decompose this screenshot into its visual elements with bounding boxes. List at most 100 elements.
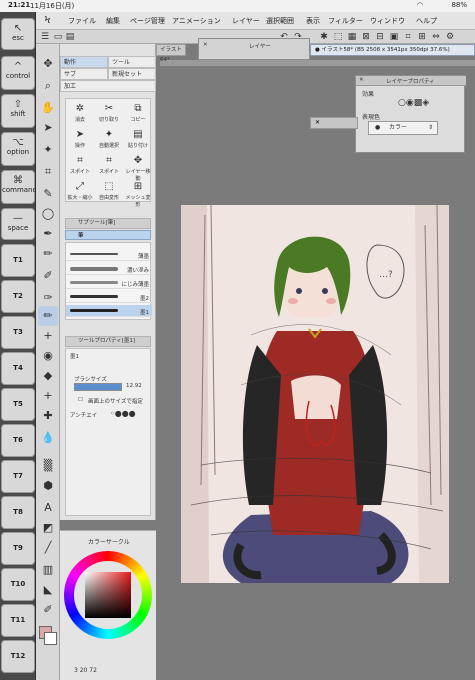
fkey-t4[interactable]: T4: [1, 352, 35, 385]
shift-key[interactable]: ⇧ shift: [1, 94, 35, 128]
close-icon[interactable]: ✕: [203, 42, 208, 48]
fkey-t9[interactable]: T9: [1, 532, 35, 565]
crop-icon[interactable]: ⌗: [402, 31, 414, 43]
fkey-t11[interactable]: T11: [1, 604, 35, 637]
ink-tool-icon[interactable]: ✑: [38, 288, 58, 308]
flip-icon[interactable]: ⇔: [430, 31, 442, 43]
select-icon[interactable]: ▦: [346, 31, 358, 43]
brush-item[interactable]: 墨2: [66, 291, 152, 303]
menu-icon[interactable]: ☰: [39, 31, 51, 43]
blur-tool-icon[interactable]: 💧: [38, 428, 58, 448]
clear-icon[interactable]: ✱: [318, 31, 330, 43]
brush-size-value[interactable]: 12.92: [126, 383, 142, 389]
marker-tool-icon[interactable]: ✐: [38, 266, 58, 286]
lasso-tool-icon[interactable]: ◯: [38, 204, 58, 224]
menu-help[interactable]: ヘルプ: [416, 16, 437, 26]
command-key[interactable]: ⌘ command: [1, 170, 37, 204]
sub-color-swatch[interactable]: [44, 632, 57, 645]
esc-key[interactable]: ↖ esc: [1, 18, 35, 50]
effect-icons[interactable]: ○◉▩◈: [398, 98, 429, 108]
space-key[interactable]: — space: [1, 208, 35, 240]
menu-file[interactable]: ファイル: [68, 16, 96, 26]
menu-filter[interactable]: フィルター: [328, 16, 363, 26]
gear-icon[interactable]: ⚙: [444, 31, 456, 43]
correct-line-tool-icon[interactable]: ✐: [38, 600, 58, 620]
grid-icon[interactable]: ⊞: [416, 31, 428, 43]
zoom-tool-icon[interactable]: ⌕: [38, 76, 58, 96]
sparkle-tool-icon[interactable]: +: [38, 326, 58, 346]
grid-item-scale[interactable]: ⤢ 拡大・縮小: [66, 179, 94, 205]
transform-icon[interactable]: ⬚: [332, 31, 344, 43]
line-tool-icon[interactable]: ╱: [38, 538, 58, 558]
texture-tool-icon[interactable]: ▒: [38, 456, 58, 476]
menu-animation[interactable]: アニメーション: [172, 16, 221, 26]
brush-tool-icon[interactable]: ✏: [38, 306, 58, 326]
display-color-select[interactable]: ● カラー ⇕: [368, 121, 438, 135]
fkey-t12[interactable]: T12: [1, 640, 35, 673]
color-swatches[interactable]: [38, 624, 58, 664]
brush-item[interactable]: 濃い滲み: [66, 263, 152, 275]
pen-tool-icon[interactable]: ✎: [38, 184, 58, 204]
text-tool-icon[interactable]: A: [38, 498, 58, 518]
eraser-tool-icon[interactable]: ◆: [38, 366, 58, 386]
grid-item-layer-move[interactable]: ✥ レイヤー移動: [124, 153, 152, 182]
decoration-tool-icon[interactable]: ✚: [38, 406, 58, 426]
frame-tool-icon[interactable]: ▥: [38, 560, 58, 580]
grid-item-paste[interactable]: ▤ 貼り付け: [124, 127, 152, 153]
menu-view[interactable]: 表示: [306, 16, 320, 26]
blend-tool-icon[interactable]: +: [38, 386, 58, 406]
fkey-t5[interactable]: T5: [1, 388, 35, 421]
tab-new-set[interactable]: 新規セット: [108, 68, 156, 80]
option-key[interactable]: ⌥ option: [1, 132, 35, 166]
menu-window[interactable]: ウィンドウ: [370, 16, 405, 26]
document-tab[interactable]: ● イラスト58* (B5 2508 x 3541px 350dpi 37.6%…: [310, 44, 475, 56]
grid-item-erase[interactable]: ✲ 消去: [66, 101, 94, 127]
auto-select-tool-icon[interactable]: ✦: [38, 140, 58, 160]
fkey-t6[interactable]: T6: [1, 424, 35, 457]
brush-item-selected[interactable]: 墨1: [66, 305, 152, 317]
airbrush-tool-icon[interactable]: ◉: [38, 346, 58, 366]
brush-item[interactable]: 薄墨: [66, 249, 152, 261]
invert-icon[interactable]: ⊟: [374, 31, 386, 43]
pen2-tool-icon[interactable]: ✒: [38, 224, 58, 244]
gradient-tool-icon[interactable]: ◩: [38, 518, 58, 538]
brush-item[interactable]: にじみ薄墨: [66, 277, 152, 289]
fkey-t3[interactable]: T3: [1, 316, 35, 349]
screen-size-checkbox[interactable]: ☐: [78, 397, 83, 403]
deselect-icon[interactable]: ⊠: [360, 31, 372, 43]
operation-tool-icon[interactable]: ➤: [38, 118, 58, 138]
grid-item-eyedropper-2[interactable]: ⌗ スポイト: [95, 153, 123, 179]
brush-group-selected[interactable]: 筆: [65, 230, 151, 240]
eyedropper-tool-icon[interactable]: ⌗: [38, 162, 58, 182]
new-icon[interactable]: ▭: [52, 31, 64, 43]
pencil-tool-icon[interactable]: ✏: [38, 244, 58, 264]
menu-page[interactable]: ページ管理: [130, 16, 165, 26]
antialias-options[interactable]: ◦●●●: [110, 409, 136, 418]
small-floating-window[interactable]: ✕: [310, 117, 358, 129]
grid-item-operation[interactable]: ➤ 操作: [66, 127, 94, 153]
tab-process[interactable]: 加工: [60, 80, 156, 92]
app-logo-icon[interactable]: Ϟ: [44, 15, 56, 27]
saturation-value-box[interactable]: [85, 572, 131, 618]
close-icon[interactable]: ✕: [315, 119, 320, 126]
grid-item-free-transform[interactable]: ⬚ 自由変形: [95, 179, 123, 205]
close-icon[interactable]: ✕: [359, 77, 364, 83]
menu-edit[interactable]: 編集: [106, 16, 120, 26]
grid-item-auto-select[interactable]: ✦ 自動選択: [95, 127, 123, 153]
tab-tool[interactable]: ツール: [108, 56, 156, 68]
grid-item-mesh-transform[interactable]: ⊞ メッシュ変形: [124, 179, 152, 208]
grid-item-cut[interactable]: ✂ 切り取り: [95, 101, 123, 127]
fkey-t10[interactable]: T10: [1, 568, 35, 601]
tab-sub[interactable]: サブ: [60, 68, 108, 80]
grid-item-copy[interactable]: ⧉ コピー: [124, 101, 152, 127]
menu-selection[interactable]: 選択範囲: [266, 16, 294, 26]
control-key[interactable]: ^ control: [1, 56, 35, 90]
move-tool-icon[interactable]: ✥: [38, 54, 58, 74]
fkey-t7[interactable]: T7: [1, 460, 35, 493]
layer-property-titlebar[interactable]: ✕ レイヤープロパティ: [356, 76, 466, 86]
hand-tool-icon[interactable]: ✋: [38, 98, 58, 118]
fkey-t8[interactable]: T8: [1, 496, 35, 529]
layer-window[interactable]: ✕ レイヤー: [198, 38, 310, 60]
open-icon[interactable]: ▤: [64, 31, 76, 43]
menu-layer[interactable]: レイヤー: [232, 16, 260, 26]
